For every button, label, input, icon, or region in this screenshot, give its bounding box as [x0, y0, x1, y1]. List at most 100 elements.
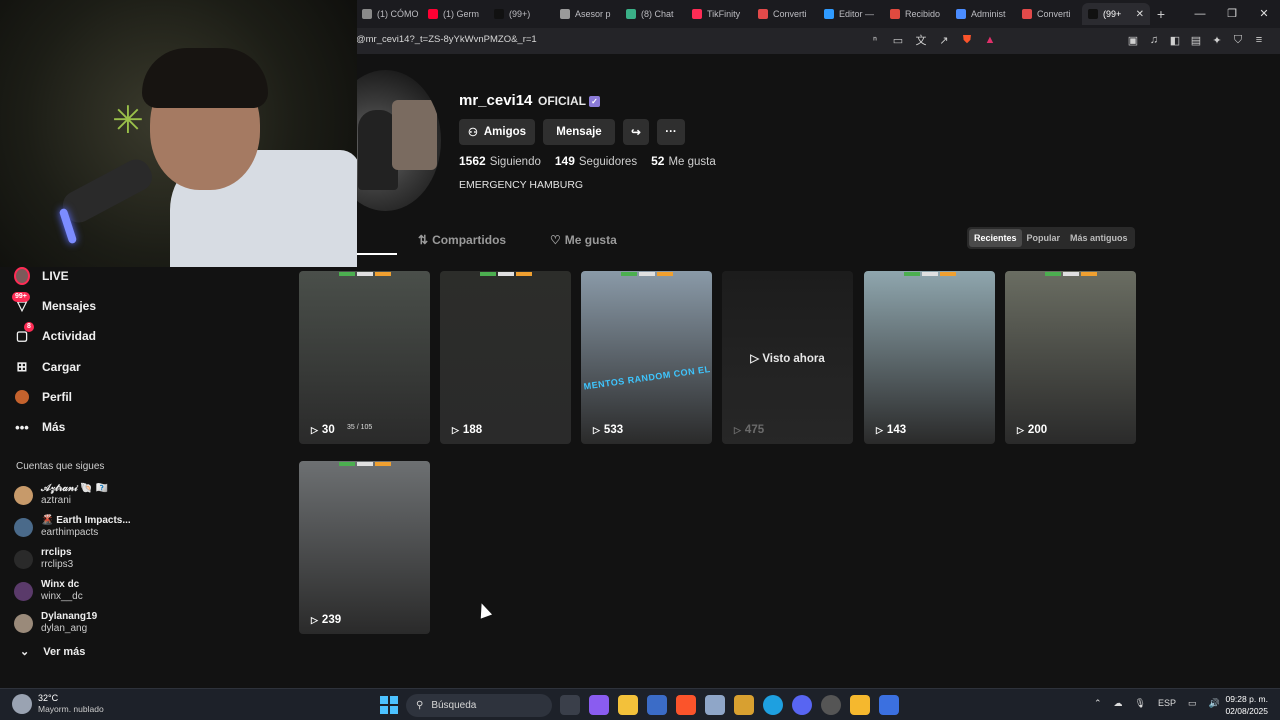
task-view-icon[interactable]: [560, 695, 580, 715]
sidebar-item-label: Perfil: [42, 390, 73, 404]
tab-me-gusta[interactable]: ♡ Me gusta: [550, 233, 617, 247]
weather-widget[interactable]: 32°C Mayorm. nublado: [12, 693, 104, 715]
url-field[interactable]: @mr_cevi14?_t=ZS-8yYkWvnPMZO&_r=1: [356, 34, 537, 45]
store-icon[interactable]: [647, 695, 667, 715]
video-card[interactable]: ▷ 188: [440, 271, 571, 444]
microphone-icon[interactable]: 🎙: [1135, 698, 1146, 709]
game-hud-bar: [903, 272, 956, 276]
more-options-button[interactable]: ···: [657, 119, 685, 145]
brave-rewards-icon[interactable]: ▲: [983, 32, 997, 48]
browser-tab[interactable]: (1) Germ: [422, 3, 488, 25]
browser-tab[interactable]: Administ: [950, 3, 1016, 25]
mensaje-button[interactable]: Mensaje: [543, 119, 615, 145]
screen: (1) CÓMO (1) Germ (99+) Asesor p (8) Chat Ti…: [0, 0, 1280, 720]
app-icon[interactable]: [705, 695, 725, 715]
hud-segment: [356, 272, 373, 276]
close-window-button[interactable]: ✕: [1248, 0, 1280, 28]
browser-tab[interactable]: Asesor p: [554, 3, 620, 25]
browser-tab[interactable]: Converti: [752, 3, 818, 25]
windows-start-icon[interactable]: [380, 696, 398, 714]
sidebar-item-live[interactable]: LIVE: [14, 267, 69, 285]
browser-tab[interactable]: (99+ ✕: [1082, 3, 1150, 25]
sidebar-item-cargar[interactable]: ⊞ Cargar: [14, 359, 81, 375]
brave-shield-icon[interactable]: ⛊: [960, 32, 974, 48]
game-hud-bar: [620, 272, 673, 276]
account-text: Dylanang19 dylan_ang: [41, 611, 97, 635]
music-icon[interactable]: ♫: [1147, 32, 1161, 48]
video-card[interactable]: ▷ Visto ahora ▷ 475: [722, 271, 853, 444]
sort-recientes[interactable]: Recientes: [969, 229, 1022, 247]
following-account[interactable]: Dylanang19 dylan_ang: [14, 611, 97, 635]
video-card[interactable]: MENTOS RANDOM CON EL CEVI ▷533: [581, 271, 712, 444]
minimize-button[interactable]: —: [1184, 0, 1216, 28]
browser-tab[interactable]: (99+): [488, 3, 554, 25]
browser-tab[interactable]: Converti: [1016, 3, 1082, 25]
following-account[interactable]: Winx dc winx__dc: [14, 579, 83, 603]
discord-icon[interactable]: [792, 695, 812, 715]
avatar: [14, 517, 33, 537]
tab-label: Me gusta: [564, 233, 617, 247]
translate-icon[interactable]: 文: [914, 32, 928, 48]
browser-tab[interactable]: TikFinity: [686, 3, 752, 25]
leo-ai-icon[interactable]: ✦: [1210, 32, 1224, 48]
mute-icon[interactable]: ⁿ: [868, 32, 882, 48]
taskbar-search[interactable]: ⚲ Búsqueda: [406, 694, 552, 717]
following-account[interactable]: 𝒜𝓏𝓉𝓇𝒶𝓃𝒾 🐚 🇽🇽 aztrani: [14, 483, 108, 507]
copilot-icon[interactable]: [589, 695, 609, 715]
sidebar-item-perfil[interactable]: Perfil: [14, 389, 72, 405]
sidebar-item-mas[interactable]: ••• Más: [14, 419, 65, 435]
browser-tab[interactable]: Editor —: [818, 3, 884, 25]
following-account[interactable]: 🌋 Earth Impacts... earthimpacts: [14, 515, 131, 539]
maximize-button[interactable]: ❐: [1216, 0, 1248, 28]
avatar: [14, 581, 33, 601]
app-icon-4[interactable]: [879, 695, 899, 715]
close-tab-icon[interactable]: ✕: [1136, 9, 1144, 20]
volume-icon[interactable]: 🔊: [1209, 698, 1220, 709]
video-card[interactable]: ▷ 200: [1005, 271, 1136, 444]
cast-icon[interactable]: ▭: [891, 32, 905, 48]
sidebar-item-mensajes[interactable]: ▽ 99+ Mensajes: [12, 292, 96, 314]
amigos-button[interactable]: ⚇ Amigos: [459, 119, 535, 145]
clock[interactable]: 09:28 p. m. 02/08/2025: [1225, 693, 1268, 717]
edge-icon[interactable]: [763, 695, 783, 715]
video-card[interactable]: 35 / 105 ▷ 30: [299, 271, 430, 444]
tab-compartidos[interactable]: ⇅ Compartidos: [418, 233, 506, 247]
share-profile-button[interactable]: ↪: [623, 119, 649, 145]
oficial-label: OFICIAL ✓: [538, 94, 600, 108]
sort-popular[interactable]: Popular: [1022, 229, 1066, 247]
menu-icon[interactable]: ≡: [1252, 32, 1266, 48]
share-icon[interactable]: ↗: [937, 32, 951, 48]
sort-mas-antiguos[interactable]: Más antiguos: [1065, 229, 1133, 247]
ver-mas-button[interactable]: ⌄ Ver más: [20, 645, 85, 659]
browser-tab[interactable]: (1) CÓMO: [356, 3, 422, 25]
screenshot-icon[interactable]: ▣: [1126, 32, 1140, 48]
sidebar-item-label: Más: [42, 420, 66, 434]
cloud-icon[interactable]: ☁: [1114, 698, 1123, 709]
video-card[interactable]: ▷ 239: [299, 461, 430, 634]
following-account[interactable]: rrclips rrclips3: [14, 547, 73, 571]
view-count: ▷ 143: [876, 424, 906, 436]
play-icon: ▷: [452, 424, 459, 435]
hud-segment: [338, 272, 355, 276]
sidebar-item-actividad[interactable]: ▢ 8 Actividad: [14, 322, 96, 344]
chevron-up-icon[interactable]: ⌃: [1094, 698, 1102, 709]
stat-followers[interactable]: 149 Seguidores: [555, 154, 637, 168]
file-explorer-icon[interactable]: [618, 695, 638, 715]
stat-label: Siguiendo: [489, 156, 541, 168]
network-icon[interactable]: ▭: [1188, 698, 1197, 709]
language-indicator[interactable]: ESP: [1158, 698, 1176, 709]
obs-icon[interactable]: [821, 695, 841, 715]
vpn-icon[interactable]: ⛉: [1231, 32, 1245, 48]
browser-tab[interactable]: Recibido: [884, 3, 950, 25]
hud-segment: [1062, 272, 1079, 276]
brave-browser-icon[interactable]: [676, 695, 696, 715]
stat-following[interactable]: 1562 Siguiendo: [459, 154, 541, 168]
sidebar-toggle-icon[interactable]: ◧: [1168, 32, 1182, 48]
video-card[interactable]: ▷ 143: [864, 271, 995, 444]
browser-tab[interactable]: (8) Chat: [620, 3, 686, 25]
app-icon-3[interactable]: [850, 695, 870, 715]
new-tab-button[interactable]: +: [1150, 6, 1172, 22]
wallet-icon[interactable]: ▤: [1189, 32, 1203, 48]
activity-badge: 8: [24, 322, 34, 332]
app-icon-2[interactable]: [734, 695, 754, 715]
